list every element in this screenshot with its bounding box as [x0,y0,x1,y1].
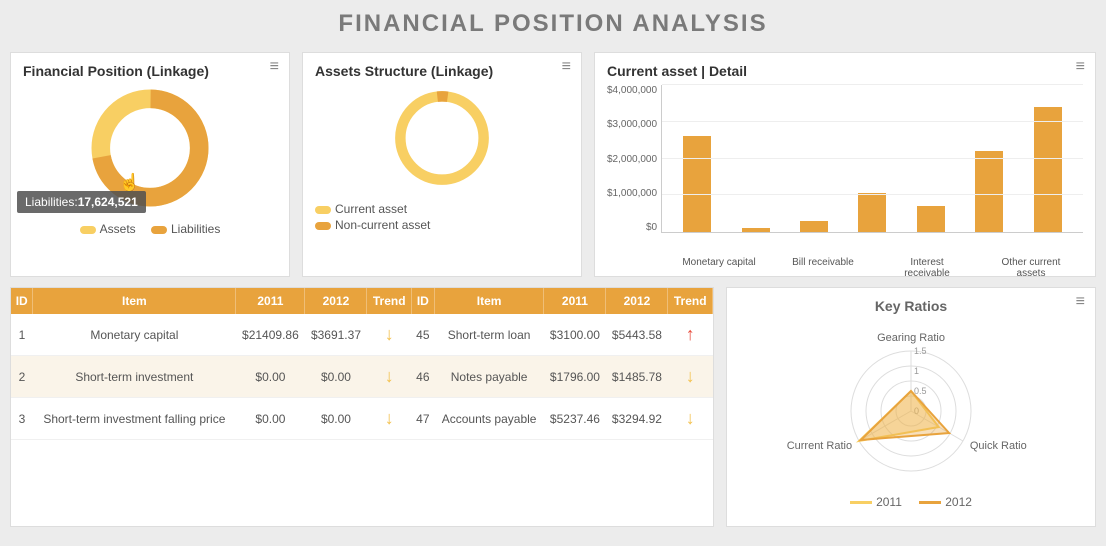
bar-y-axis: $4,000,000$3,000,000$2,000,000$1,000,000… [607,85,661,233]
bar[interactable] [683,136,711,232]
radar-legend: 2011 2012 [737,495,1085,509]
bar[interactable] [858,193,886,232]
bar[interactable] [1034,107,1062,232]
svg-text:1: 1 [914,366,919,376]
card-title: Key Ratios [737,298,1085,314]
trend-down-icon: ↓ [686,408,695,428]
table-header: 2012 [305,288,367,314]
bar[interactable] [800,221,828,232]
table-body: 1Monetary capital$21409.86$3691.37↓45Sho… [11,314,713,440]
bar[interactable] [975,151,1003,232]
bar-plot[interactable] [661,85,1083,233]
legend-assets[interactable]: Assets [80,222,136,236]
legend-current-asset[interactable]: Current asset [315,202,569,216]
card-current-asset-detail: Current asset | Detail ≡ $4,000,000$3,00… [594,52,1096,277]
card-menu-icon[interactable]: ≡ [270,61,279,65]
bar-x-axis: Monetary capitalBill receivableInterest … [667,257,1083,279]
card-menu-icon[interactable]: ≡ [1076,296,1085,300]
page-title: FINANCIAL POSITION ANALYSIS [0,0,1106,52]
table-header: 2011 [544,288,606,314]
data-table: IDItem20112012TrendIDItem20112012Trend 1… [10,287,714,527]
table-row[interactable]: 1Monetary capital$21409.86$3691.37↓45Sho… [11,314,713,356]
donut-tooltip: Liabilities:17,624,521 [17,191,146,213]
table-header: ID [411,288,434,314]
table-header-row: IDItem20112012TrendIDItem20112012Trend [11,288,713,314]
table-header: Item [434,288,544,314]
table-header: Trend [668,288,713,314]
table-header: ID [11,288,33,314]
card-title: Assets Structure (Linkage) [315,63,531,79]
table-header: 2012 [606,288,668,314]
trend-down-icon: ↓ [385,366,394,386]
donut-chart[interactable] [387,83,497,193]
svg-text:Current Ratio: Current Ratio [787,440,852,452]
svg-text:Quick Ratio: Quick Ratio [970,440,1027,452]
trend-down-icon: ↓ [385,408,394,428]
legend-2011[interactable]: 2011 [850,495,902,509]
card-menu-icon[interactable]: ≡ [562,61,571,65]
svg-text:Gearing Ratio: Gearing Ratio [877,332,945,344]
trend-down-icon: ↓ [686,366,695,386]
card-title: Financial Position (Linkage) [23,63,239,79]
legend-liabilities[interactable]: Liabilities [151,222,220,236]
trend-down-icon: ↓ [385,324,394,344]
bar[interactable] [742,228,770,232]
svg-text:1.5: 1.5 [914,346,927,356]
card-key-ratios: ≡ Key Ratios 00.511.5Gearing RatioQuick … [726,287,1096,527]
card-financial-position: Financial Position (Linkage) ≡ ☝ Liabili… [10,52,290,277]
svg-text:0.5: 0.5 [914,386,927,396]
card-title: Current asset | Detail [607,63,1012,79]
table-header: Item [33,288,236,314]
table-header: 2011 [236,288,305,314]
radar-chart[interactable]: 00.511.5Gearing RatioQuick RatioCurrent … [746,316,1076,486]
table-row[interactable]: 2Short-term investment$0.00$0.00↓46Notes… [11,356,713,398]
legend-noncurrent-asset[interactable]: Non-current asset [315,218,569,232]
trend-up-icon: ↑ [686,324,695,344]
table-row[interactable]: 3Short-term investment falling price$0.0… [11,398,713,440]
card-menu-icon[interactable]: ≡ [1076,61,1085,65]
legend-2012[interactable]: 2012 [919,495,972,509]
card-assets-structure: Assets Structure (Linkage) ≡ Current ass… [302,52,582,277]
table-header: Trend [367,288,411,314]
bar[interactable] [917,206,945,232]
